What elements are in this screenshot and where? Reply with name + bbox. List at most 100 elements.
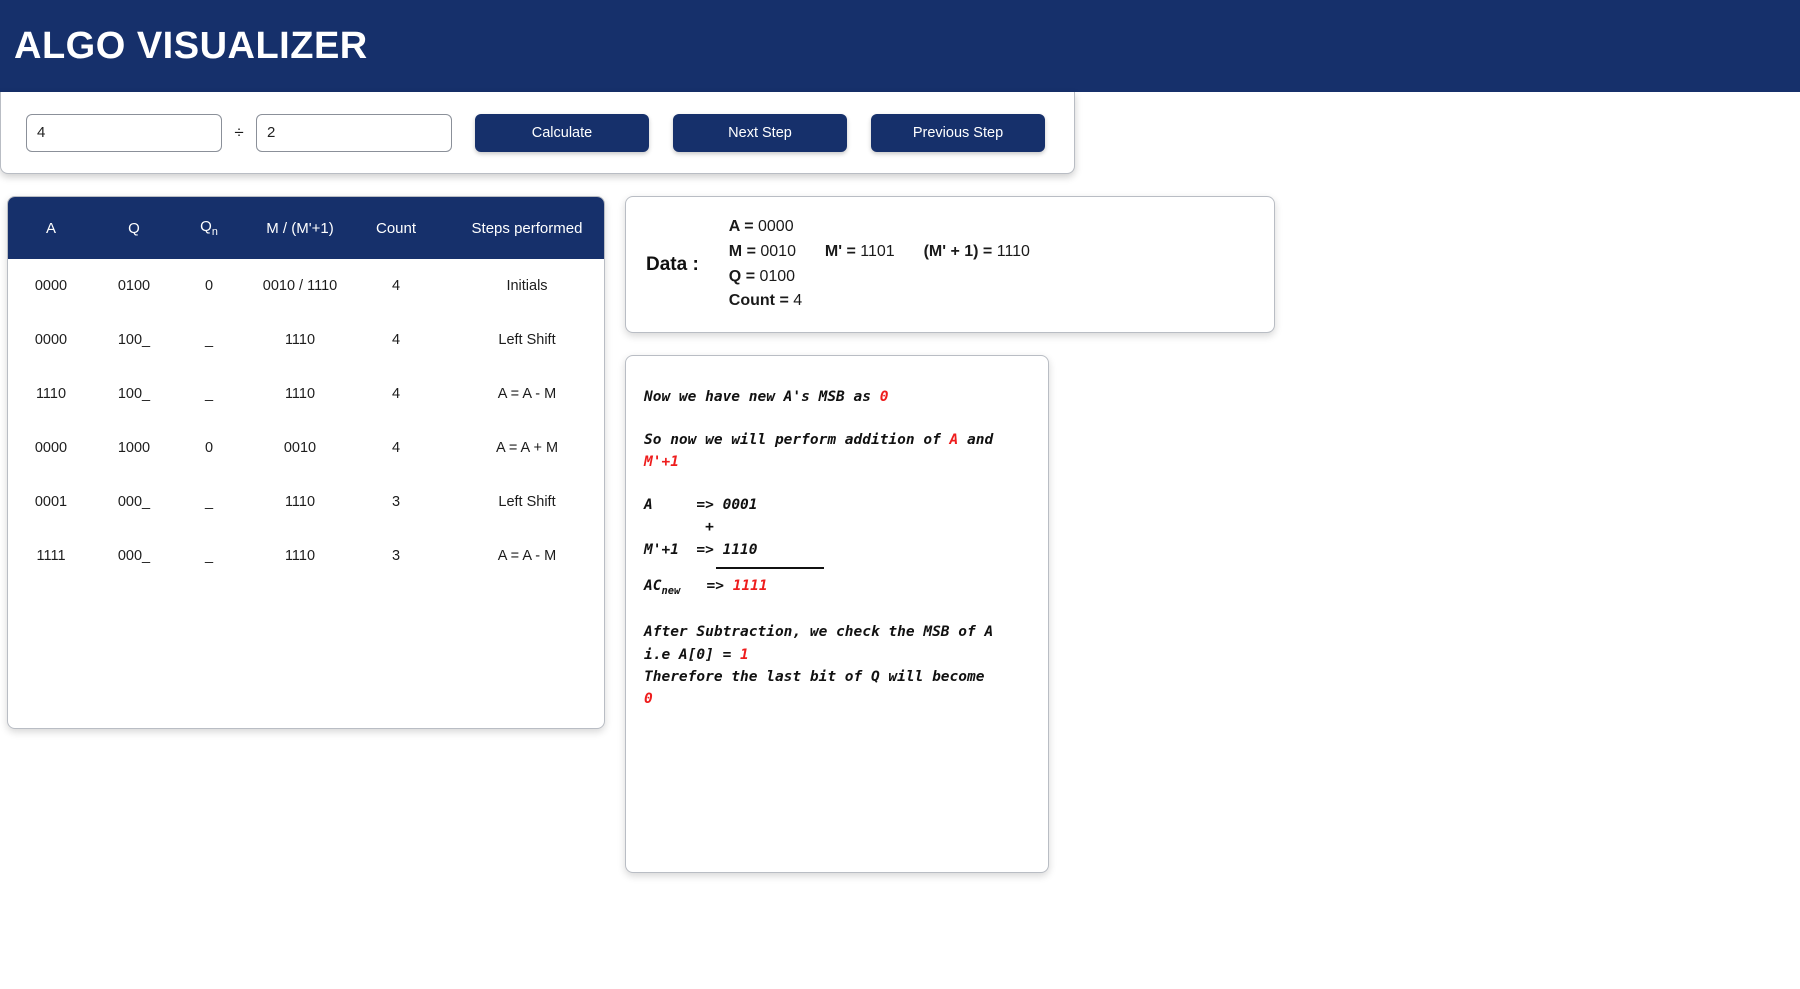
calc-a-label: A	[644, 496, 697, 513]
table-row: 0000 0100 0 0010 / 1110 4 Initials	[8, 259, 604, 313]
calc-m-arrow: =>	[696, 541, 723, 558]
data-count-label: Count =	[728, 292, 789, 310]
calc-result-arrow: =>	[680, 578, 733, 594]
explanation-line2-highlight-m: M'+1	[644, 454, 679, 471]
data-a-value: 0000	[758, 218, 794, 235]
after-line-2: i.e A[0] = 1	[644, 644, 1030, 666]
cell-a: 0000	[34, 440, 68, 456]
data-mprime-label: M' =	[824, 242, 856, 260]
cell-count: 3	[391, 494, 401, 510]
table-row: 1111 000_ _ 1110 3 A = A - M	[8, 529, 604, 583]
cell-q: 100_	[117, 386, 151, 402]
table-row: 0000 100_ _ 1110 4 Left Shift	[8, 313, 604, 367]
next-step-button[interactable]: Next Step	[673, 113, 847, 152]
calc-a-value: 0001	[722, 496, 758, 513]
cell-m: 1110	[284, 494, 316, 510]
table-row: 0001 000_ _ 1110 3 Left Shift	[8, 475, 604, 529]
cell-count: 3	[391, 548, 401, 564]
calc-plus-sign: +	[644, 519, 714, 536]
addition-calculation: A => 0001 + M'+1 => 1110 ACnew => 1111	[644, 494, 1030, 599]
steps-table: A Q Qn M / (M'+1) Count Steps performed …	[8, 197, 604, 583]
cell-count: 4	[391, 332, 401, 348]
cell-step: Left Shift	[498, 332, 556, 348]
explanation-line2-text: So now we will perform addition of	[644, 431, 950, 448]
calc-m-value: 1110	[722, 541, 758, 558]
column-header-a: A	[8, 197, 94, 259]
explanation-line1-highlight: 0	[879, 389, 889, 406]
cell-q: 1000	[117, 440, 151, 456]
after-line-3: Therefore the last bit of Q will become	[644, 669, 985, 685]
after-line2-highlight: 1	[740, 646, 749, 663]
explanation-line1-text: Now we have new A's MSB as	[644, 389, 880, 406]
data-line-count: Count = 4	[729, 289, 1030, 314]
explanation-paragraph-2: So now we will perform addition of A and…	[644, 429, 1030, 474]
table-header-row: A Q Qn M / (M'+1) Count Steps performed	[8, 197, 604, 259]
calculate-button[interactable]: Calculate	[475, 113, 649, 152]
previous-step-button[interactable]: Previous Step	[871, 113, 1045, 152]
column-header-steps: Steps performed	[436, 197, 604, 259]
cell-m: 0010	[283, 440, 317, 456]
cell-a: 0000	[34, 332, 68, 348]
cell-q: 0100	[117, 278, 151, 294]
app-header: ALGO VISUALIZER	[0, 0, 1800, 92]
cell-qn: 0	[204, 440, 214, 456]
cell-qn: _	[204, 386, 214, 402]
column-header-qn-base: Q	[200, 218, 212, 235]
cell-count: 4	[391, 386, 401, 402]
calc-row-plus: +	[644, 516, 1030, 538]
cell-a: 1110	[35, 386, 67, 402]
data-a-label: A =	[728, 218, 754, 235]
divide-symbol-icon: ÷	[234, 122, 244, 142]
explanation-paragraph-1: Now we have new A's MSB as 0	[644, 386, 1030, 408]
explanation-paragraph-3: After Subtraction, we check the MSB of A…	[644, 621, 1030, 711]
cell-q: 000_	[117, 494, 151, 510]
cell-qn: 0	[204, 278, 214, 294]
calc-result-label-base: AC	[644, 578, 662, 594]
data-summary-card: Data : A = 0000 M = 0010 M' = 1101 (M' +…	[625, 196, 1275, 334]
table-row: 0000 1000 0 0010 4 A = A + M	[8, 421, 604, 475]
explanation-line2-mid: and	[958, 431, 994, 448]
calc-m-label: M'+1	[644, 541, 697, 558]
steps-table-head: A Q Qn M / (M'+1) Count Steps performed	[8, 197, 604, 259]
calc-sum-divider	[716, 567, 824, 569]
steps-table-card: A Q Qn M / (M'+1) Count Steps performed …	[7, 196, 605, 729]
divisor-input[interactable]	[256, 113, 452, 152]
calc-row-result: ACnew => 1111	[644, 575, 1030, 599]
data-m-label: M =	[728, 242, 756, 260]
controls-toolbar: ÷ Calculate Next Step Previous Step	[0, 92, 1075, 174]
data-q-value: 0100	[759, 267, 796, 285]
column-header-m: M / (M'+1)	[244, 197, 356, 259]
cell-m: 0010 / 1110	[262, 278, 338, 294]
cell-m: 1110	[284, 386, 316, 402]
cell-qn: _	[204, 548, 214, 564]
calc-result-label-sub: new	[661, 584, 681, 597]
column-header-q: Q	[94, 197, 174, 259]
cell-qn: _	[204, 494, 214, 510]
data-mprime1-value: 1110	[996, 242, 1030, 260]
after-line2-text: i.e A[0] =	[644, 646, 741, 663]
data-mprime-value: 1101	[860, 242, 895, 260]
cell-m: 1110	[284, 332, 316, 348]
data-label: Data :	[646, 253, 699, 275]
data-values: A = 0000 M = 0010 M' = 1101 (M' + 1) = 1…	[729, 215, 1030, 314]
cell-m: 1110	[284, 548, 316, 564]
column-header-qn-sub: n	[211, 226, 218, 238]
cell-qn: _	[204, 332, 214, 348]
cell-a: 0001	[34, 494, 68, 510]
column-header-qn: Qn	[174, 197, 244, 259]
calc-row-a: A => 0001	[644, 494, 1030, 516]
steps-table-body: 0000 0100 0 0010 / 1110 4 Initials 0000 100_ _ 11…	[8, 259, 604, 583]
calc-result-value: 1111	[732, 578, 768, 594]
calc-row-m: M'+1 => 1110	[644, 539, 1030, 561]
calc-a-arrow: =>	[696, 496, 723, 513]
right-column: Data : A = 0000 M = 0010 M' = 1101 (M' +…	[625, 196, 1275, 874]
data-mprime1-label: (M' + 1) =	[923, 242, 993, 260]
cell-a: 0000	[34, 278, 68, 294]
cell-a: 1111	[36, 548, 66, 564]
dividend-input[interactable]	[26, 113, 222, 152]
calc-sum-divider-row	[644, 561, 1030, 575]
table-row: 1110 100_ _ 1110 4 A = A - M	[8, 367, 604, 421]
main-content: A Q Qn M / (M'+1) Count Steps performed …	[0, 174, 1800, 874]
cell-count: 4	[391, 440, 401, 456]
after-line-4: 0	[644, 691, 653, 708]
